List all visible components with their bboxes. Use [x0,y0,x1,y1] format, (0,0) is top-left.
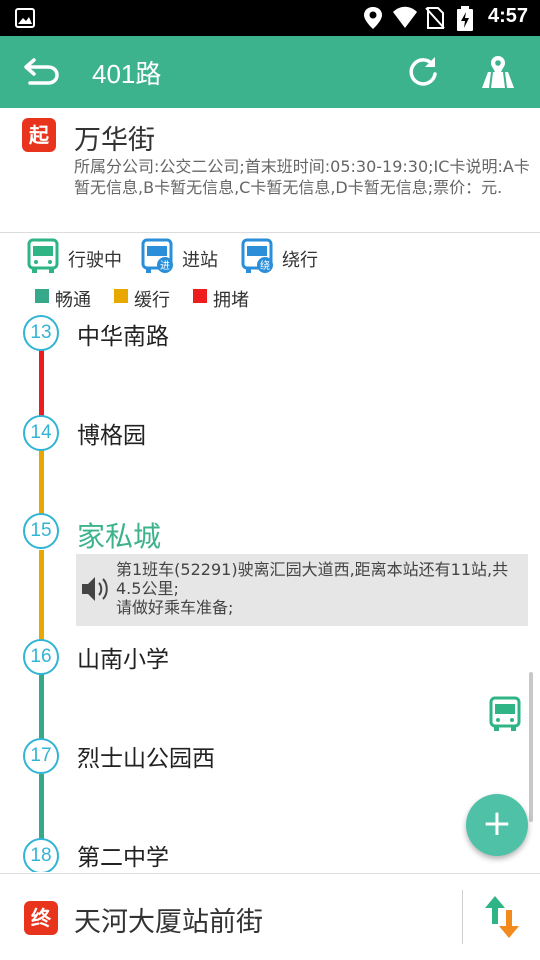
station-number: 16 [23,639,59,675]
divider [462,890,463,944]
legend-detour-label: 绕行 [282,250,318,271]
smooth-swatch [35,289,49,303]
station-name[interactable]: 烈士山公园西 [77,739,215,773]
speaker-icon[interactable] [80,572,110,606]
page-title: 401路 [92,59,162,89]
end-station-name: 天河大厦站前街 [74,907,263,938]
end-badge: 终 [24,901,58,935]
legend-slow-label: 缓行 [134,290,170,311]
route-description: 所属分公司:公交二公司;首末班时间:05:30-19:30;IC卡说明:A卡暂无… [74,157,530,197]
add-button[interactable]: + [466,794,528,856]
arrival-line-1: 第1班车(52291)驶离汇园大道西,距离本站还有11站,共4.5公里; [116,560,509,598]
arrival-message: 第1班车(52291)驶离汇园大道西,距离本站还有11站,共4.5公里; 请做好… [116,560,526,617]
station-number: 15 [23,513,59,549]
refresh-icon[interactable] [402,52,442,92]
route-segment [39,550,44,640]
bus-arriving-icon: 进 [141,238,173,273]
legend-smooth-label: 畅通 [55,290,91,311]
slow-swatch [114,289,128,303]
station-number: 14 [23,415,59,451]
battery-charging-icon [457,6,473,31]
route-segment [39,774,44,840]
bus-status-legend: 行驶中 进 进站 绕 绕行 [0,236,540,278]
legend-running-label: 行驶中 [68,250,122,271]
station-name[interactable]: 博格园 [77,416,146,450]
traffic-legend: 畅通 缓行 拥堵 [0,284,540,311]
back-icon[interactable] [22,54,62,90]
station-name-selected[interactable]: 家私城 [77,515,161,555]
arrival-line-2: 请做好乘车准备; [116,598,234,617]
station-name[interactable]: 第二中学 [77,838,169,872]
plus-icon: + [481,803,513,844]
route-segment [39,350,44,416]
station-number: 13 [23,315,59,351]
location-icon [364,7,382,29]
bus-green-icon[interactable] [488,696,522,732]
no-sim-icon [425,7,445,29]
bus-detour-icon: 绕 [241,238,273,273]
start-station-name: 万华街 [74,125,155,156]
status-time: 4:57 [487,5,528,27]
end-station-bar: 终 天河大厦站前街 [0,873,540,960]
station-number: 18 [23,838,59,872]
app-toolbar: 401路 [0,36,540,108]
legend-congested-label: 拥堵 [213,290,249,311]
station-name[interactable]: 山南小学 [77,640,169,674]
swap-direction-icon[interactable] [482,894,522,940]
start-badge: 起 [22,118,56,152]
station-name[interactable]: 中华南路 [77,317,169,351]
arriving-sub-label: 进 [160,260,170,272]
route-segment [39,450,44,516]
legend-arriving-label: 进站 [182,250,218,271]
wifi-icon [393,6,417,28]
detour-sub-label: 绕 [260,259,270,272]
arrival-info-box: 第1班车(52291)驶离汇园大道西,距离本站还有11站,共4.5公里; 请做好… [76,554,528,626]
bus-green-icon [27,238,59,273]
start-station-panel: 起 万华街 所属分公司:公交二公司;首末班时间:05:30-19:30;IC卡说… [0,108,540,233]
route-segment [39,674,44,740]
station-number: 17 [23,738,59,774]
image-notification-icon [15,8,35,28]
congested-swatch [193,289,207,303]
station-list[interactable]: 13 中华南路 14 博格园 15 家私城 第1班车(52291)驶离汇园大道西… [0,312,540,872]
scrollbar[interactable] [529,672,533,822]
map-icon[interactable] [478,52,518,92]
status-bar: 4:57 [0,0,540,36]
